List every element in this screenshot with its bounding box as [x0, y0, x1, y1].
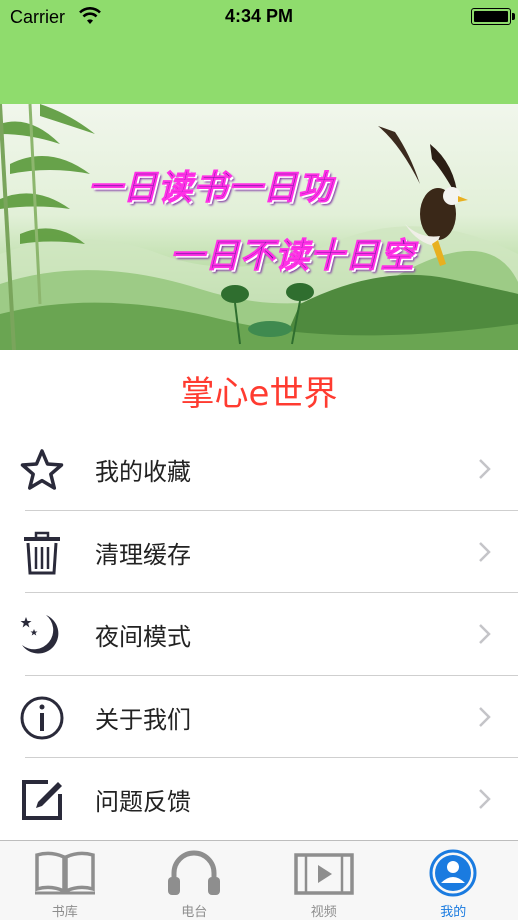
status-time: 4:34 PM	[224, 6, 294, 26]
tab-bar: 书库 电台 视频 我的	[0, 840, 518, 920]
navigation-header: Carrier 4:34 PM	[0, 0, 518, 104]
star-icon	[20, 449, 64, 490]
headphones-icon	[168, 850, 221, 895]
chevron-right-icon	[479, 541, 491, 562]
banner-landscape	[0, 104, 518, 350]
menu-item-favorites[interactable]: 我的收藏	[0, 428, 518, 511]
tab-label: 视频	[310, 905, 337, 920]
tab-library[interactable]: 书库	[0, 841, 130, 920]
menu-item-label: 我的收藏	[95, 458, 191, 486]
menu-item-feedback[interactable]: 问题反馈	[0, 758, 518, 841]
menu-item-label: 夜间模式	[95, 623, 191, 651]
settings-menu: 我的收藏 清理缓存 夜间模式 关于我们 问题反馈	[0, 428, 518, 841]
moon-icon	[20, 615, 59, 654]
chevron-right-icon	[479, 789, 491, 809]
tab-radio[interactable]: 电台	[130, 841, 260, 920]
chevron-right-icon	[479, 706, 491, 727]
menu-item-label: 问题反馈	[95, 788, 191, 816]
menu-item-label: 关于我们	[95, 705, 191, 734]
edit-icon	[22, 780, 62, 820]
tab-mine[interactable]: 我的	[389, 841, 518, 920]
chevron-right-icon	[479, 624, 491, 644]
battery-icon	[471, 8, 515, 25]
app-title: 掌心e世界	[180, 374, 338, 414]
info-icon	[20, 696, 64, 739]
menu-item-clear-cache[interactable]: 清理缓存	[0, 511, 518, 593]
chevron-right-icon	[479, 459, 491, 479]
trash-icon	[24, 531, 60, 574]
banner-image: 一日读书一日功 一日不读十日空	[0, 104, 518, 350]
tab-video[interactable]: 视频	[259, 841, 389, 920]
banner-slogan-line1: 一日读书一日功	[88, 168, 333, 209]
status-bar: Carrier 4:34 PM	[0, 0, 518, 34]
tab-label: 书库	[51, 905, 78, 920]
menu-item-label: 清理缓存	[95, 540, 191, 569]
banner-slogan-line2: 一日不读十日空	[170, 236, 415, 277]
tab-label: 我的	[440, 905, 467, 920]
menu-item-about-us[interactable]: 关于我们	[0, 676, 518, 758]
menu-item-night-mode[interactable]: 夜间模式	[0, 593, 518, 676]
video-icon	[294, 853, 354, 895]
book-icon	[34, 851, 95, 895]
user-icon	[429, 849, 477, 897]
tab-label: 电台	[181, 905, 208, 920]
